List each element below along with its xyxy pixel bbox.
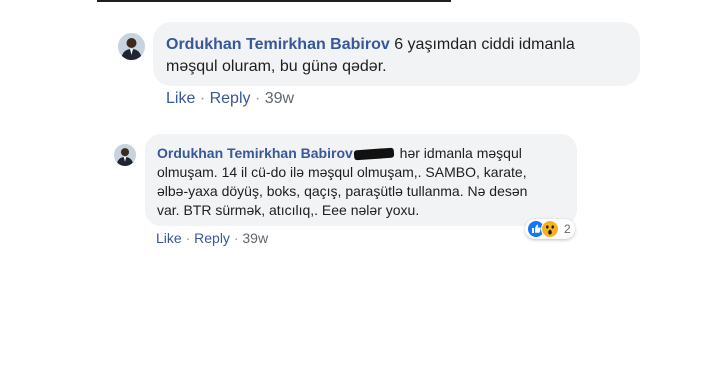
separator: · xyxy=(233,230,239,246)
timestamp[interactable]: 39w xyxy=(242,230,268,246)
timestamp[interactable]: 39w xyxy=(265,90,294,107)
comment-text: var. BTR sürmək, atıcılıq,. Eee nələr yo… xyxy=(157,202,420,218)
comment-actions: Like · Reply · 39w xyxy=(156,230,268,246)
comment-text: məşqul oluram, bu günə qədər. xyxy=(166,58,387,75)
separator: · xyxy=(199,90,206,107)
reaction-summary[interactable]: 2 xyxy=(525,219,575,239)
wow-icon xyxy=(541,220,559,238)
comment-text: hər idmanla məşqul xyxy=(399,145,522,161)
divider-line xyxy=(97,0,451,2)
comment-text: 6 yaşımdan ciddi idmanla xyxy=(394,36,575,53)
comment-text: əlbə-yaxa döyüş, boks, qaçış, paraşütlə … xyxy=(157,183,528,199)
comment-actions: Like · Reply · 39w xyxy=(166,90,294,108)
profile-photo-icon xyxy=(114,144,136,166)
reply-link[interactable]: Reply xyxy=(194,230,230,246)
profile-photo-icon xyxy=(118,33,145,60)
avatar[interactable] xyxy=(114,144,136,166)
separator: · xyxy=(254,90,261,107)
comment-author[interactable]: Ordukhan Temirkhan Babirov xyxy=(157,145,353,161)
reply-link[interactable]: Reply xyxy=(210,90,251,107)
redaction-mark xyxy=(353,147,395,161)
reaction-count: 2 xyxy=(564,222,571,236)
like-link[interactable]: Like xyxy=(156,230,182,246)
separator: · xyxy=(185,230,191,246)
like-link[interactable]: Like xyxy=(166,90,195,107)
avatar[interactable] xyxy=(118,33,145,60)
comment-text: olmuşam. 14 il cü-do ilə məşqul olmuşam,… xyxy=(157,164,527,180)
comment-bubble: Ordukhan Temirkhan Babirov hər idmanla m… xyxy=(145,134,577,226)
comment-bubble: Ordukhan Temirkhan Babirov 6 yaşımdan ci… xyxy=(153,22,640,86)
comment-author[interactable]: Ordukhan Temirkhan Babirov xyxy=(166,36,390,53)
